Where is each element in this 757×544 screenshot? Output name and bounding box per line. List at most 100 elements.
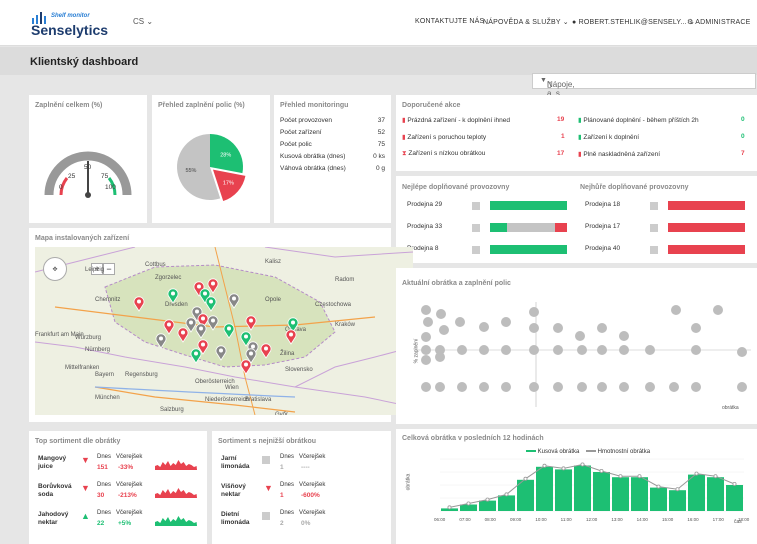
turnover-bar[interactable] [574, 465, 591, 512]
user-menu[interactable]: ● ROBERT.STEHLIK@SENSELY... ⌄ [572, 18, 695, 26]
scatter-point[interactable] [457, 345, 467, 355]
scatter-point[interactable] [553, 323, 563, 333]
action-item[interactable]: ▮ Plně naskladněná zařízení [578, 150, 660, 158]
scatter-point[interactable] [439, 325, 449, 335]
scatter-point[interactable] [529, 382, 539, 392]
scatter-point[interactable] [421, 332, 431, 342]
turnover-point[interactable] [713, 474, 718, 479]
turnover-bar[interactable] [726, 485, 743, 511]
scatter-point[interactable] [529, 307, 539, 317]
map-pan-control[interactable]: ✥ [43, 257, 67, 281]
scatter-point[interactable] [501, 345, 511, 355]
turnover-point[interactable] [447, 505, 452, 510]
zoom-out-button[interactable]: − [103, 263, 115, 275]
turnover-bar[interactable] [688, 474, 705, 511]
map-pin-icon[interactable] [133, 296, 145, 312]
map-pin-icon[interactable] [155, 333, 167, 349]
turnover-point[interactable] [504, 492, 509, 497]
turnover-bar[interactable] [479, 500, 496, 511]
turnover-bar[interactable] [555, 469, 572, 511]
action-item[interactable]: ⧗ Zařízení s nízkou obrátkou [402, 150, 485, 158]
scatter-point[interactable] [421, 355, 431, 365]
scatter-point[interactable] [737, 347, 747, 357]
turnover-bar[interactable] [498, 495, 515, 511]
scatter-point[interactable] [421, 382, 431, 392]
turnover-point[interactable] [580, 462, 585, 467]
map-pin-icon[interactable] [228, 293, 240, 309]
map-pin-icon[interactable] [177, 327, 189, 343]
scatter-point[interactable] [619, 345, 629, 355]
scatter-point[interactable] [457, 382, 467, 392]
admin-link[interactable]: ⚙ ADMINISTRACE [687, 18, 751, 26]
turnover-point[interactable] [599, 468, 604, 473]
action-item[interactable]: ▮ Zařízení k doplnění [578, 133, 639, 141]
turnover-point[interactable] [732, 481, 737, 486]
map-pin-icon[interactable] [240, 359, 252, 375]
scatter-point[interactable] [619, 382, 629, 392]
scatter-point[interactable] [435, 352, 445, 362]
turnover-bar[interactable] [650, 487, 667, 511]
turnover-bar[interactable] [593, 472, 610, 511]
scatter-point[interactable] [529, 323, 539, 333]
turnover-point[interactable] [637, 474, 642, 479]
scatter-point[interactable] [597, 345, 607, 355]
turnover-bar[interactable] [536, 466, 553, 511]
scatter-point[interactable] [435, 382, 445, 392]
scatter-point[interactable] [713, 305, 723, 315]
turnover-bar[interactable] [669, 490, 686, 511]
scatter-point[interactable] [553, 345, 563, 355]
scatter-point[interactable] [479, 345, 489, 355]
map-pin-icon[interactable] [205, 296, 217, 312]
scatter-point[interactable] [691, 382, 701, 392]
scatter-point[interactable] [645, 345, 655, 355]
action-item[interactable]: ▮ Zařízení s poruchou teploty [402, 133, 486, 141]
action-item[interactable]: ▮ Plánované doplnění - během příštích 2h [578, 116, 699, 124]
scatter-point[interactable] [577, 382, 587, 392]
scatter-point[interactable] [619, 331, 629, 341]
scatter-point[interactable] [575, 331, 585, 341]
map-pin-icon[interactable] [190, 348, 202, 364]
turnover-bar[interactable] [612, 477, 629, 511]
turnover-point[interactable] [466, 501, 471, 506]
scatter-point[interactable] [597, 382, 607, 392]
scatter-point[interactable] [501, 382, 511, 392]
scatter-point[interactable] [737, 382, 747, 392]
turnover-point[interactable] [485, 497, 490, 502]
scatter-point[interactable] [421, 305, 431, 315]
turnover-bar[interactable] [631, 477, 648, 511]
scatter-point[interactable] [671, 305, 681, 315]
scatter-point[interactable] [597, 323, 607, 333]
scatter-point[interactable] [669, 382, 679, 392]
scatter-point[interactable] [423, 317, 433, 327]
map-pin-icon[interactable] [245, 315, 257, 331]
contact-link[interactable]: KONTAKTUJTE NÁS [415, 18, 484, 25]
turnover-point[interactable] [675, 487, 680, 492]
scatter-point[interactable] [455, 317, 465, 327]
scatter-point[interactable] [479, 322, 489, 332]
scatter-point[interactable] [479, 382, 489, 392]
turnover-point[interactable] [618, 474, 623, 479]
turnover-point[interactable] [694, 471, 699, 476]
turnover-bar[interactable] [517, 479, 534, 511]
turnover-point[interactable] [542, 463, 547, 468]
scatter-point[interactable] [436, 309, 446, 319]
scatter-point[interactable] [529, 345, 539, 355]
logo[interactable]: Shelf monitor Senselytics [31, 10, 121, 38]
map-pin-icon[interactable] [207, 315, 219, 331]
scatter-point[interactable] [501, 317, 511, 327]
scatter-point[interactable] [691, 345, 701, 355]
turnover-point[interactable] [523, 476, 528, 481]
map-pin-icon[interactable] [285, 329, 297, 345]
map-pin-icon[interactable] [260, 343, 272, 359]
scatter-point[interactable] [577, 345, 587, 355]
scatter-point[interactable] [645, 382, 655, 392]
map-pin-icon[interactable] [167, 288, 179, 304]
turnover-point[interactable] [561, 466, 566, 471]
help-menu[interactable]: NÁPOVĚDA & SLUŽBY ⌄ [483, 18, 569, 26]
scatter-point[interactable] [421, 345, 431, 355]
turnover-point[interactable] [656, 484, 661, 489]
map-pin-icon[interactable] [215, 345, 227, 361]
scatter-point[interactable] [553, 382, 563, 392]
turnover-bar[interactable] [707, 477, 724, 511]
scatter-point[interactable] [691, 323, 701, 333]
